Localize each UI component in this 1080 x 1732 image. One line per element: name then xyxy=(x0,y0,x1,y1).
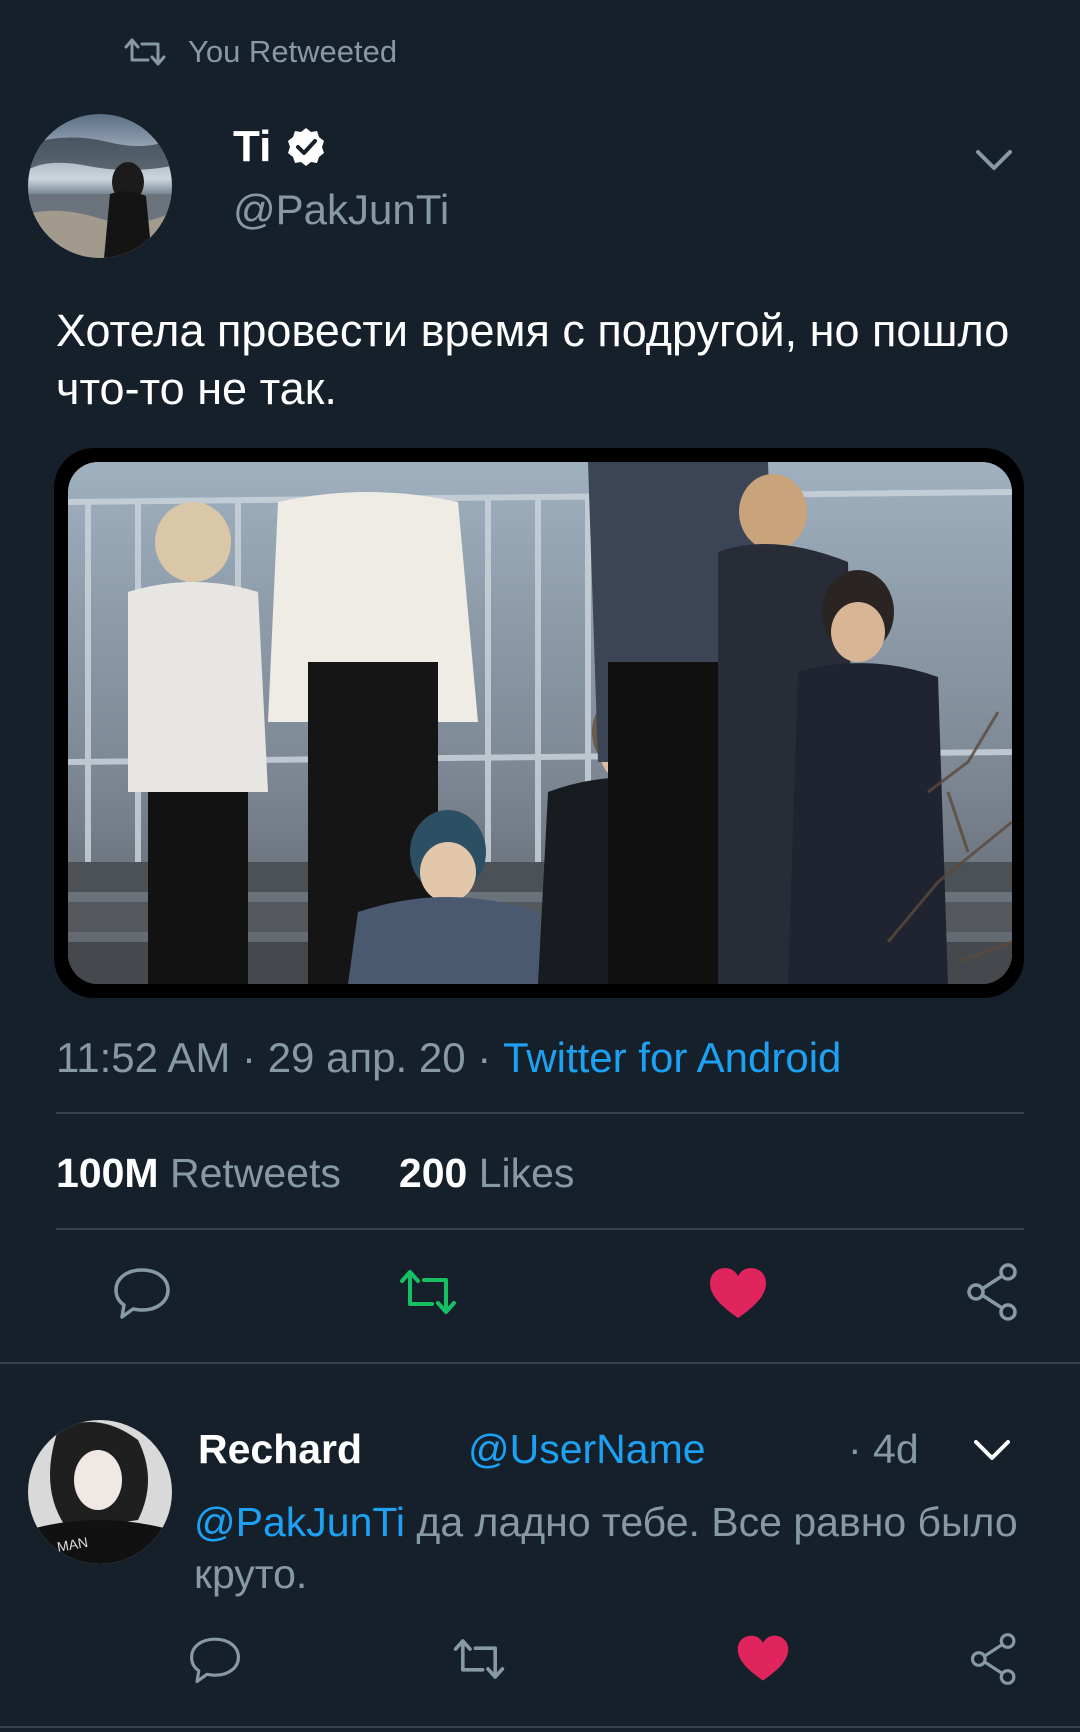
heart-icon[interactable] xyxy=(736,1632,790,1686)
verified-badge-icon xyxy=(288,128,325,166)
reply-mention-link[interactable]: @PakJunTi xyxy=(194,1499,405,1545)
retweet-context: You Retweeted xyxy=(124,32,397,72)
tweet-text: Хотела провести время с подругой, но пош… xyxy=(56,305,1010,414)
reply-author-name[interactable]: Rechard xyxy=(198,1426,362,1473)
likes-count: 200 xyxy=(398,1150,468,1196)
author-handle[interactable]: @PakJunTi xyxy=(233,186,449,234)
likes-stat[interactable]: 200 Likes xyxy=(399,1150,575,1197)
bottom-divider xyxy=(0,1726,1080,1728)
author-avatar[interactable] xyxy=(28,114,172,258)
divider xyxy=(56,1228,1024,1230)
tweet-meta: 11:52 AM · 29 апр. 20 · Twitter for Andr… xyxy=(56,1034,841,1082)
retweet-icon xyxy=(124,38,166,66)
retweets-stat[interactable]: 100M Retweets xyxy=(56,1150,341,1197)
retweet-icon[interactable] xyxy=(398,1262,458,1322)
reply-icon[interactable] xyxy=(112,1262,172,1322)
tweet-source-link[interactable]: Twitter for Android xyxy=(503,1034,841,1081)
reply-icon[interactable] xyxy=(188,1632,242,1686)
tweet-time: 11:52 AM xyxy=(56,1034,231,1081)
retweets-label: Retweets xyxy=(169,1150,341,1196)
reply-text: @PakJunTi да ладно тебе. Все равно было … xyxy=(194,1496,1024,1600)
retweet-icon[interactable] xyxy=(452,1632,506,1686)
reply-author-handle[interactable]: @UserName xyxy=(468,1426,706,1473)
retweet-context-label: You Retweeted xyxy=(188,34,398,69)
divider xyxy=(56,1112,1024,1114)
chevron-down-icon[interactable] xyxy=(970,1432,1014,1468)
reply-author-avatar[interactable]: MAN xyxy=(28,1420,172,1564)
tweet-stats: 100M Retweets 200 Likes xyxy=(56,1150,574,1197)
chevron-down-icon[interactable] xyxy=(972,142,1016,178)
meta-separator: · xyxy=(242,1034,257,1081)
section-divider xyxy=(0,1362,1080,1364)
meta-separator: · xyxy=(477,1034,492,1081)
likes-label: Likes xyxy=(478,1150,575,1196)
share-icon[interactable] xyxy=(968,1632,1022,1686)
share-icon[interactable] xyxy=(964,1262,1024,1322)
reply-time: · 4d xyxy=(848,1426,919,1472)
retweets-count: 100M xyxy=(56,1150,159,1196)
tweet-date: 29 апр. 20 xyxy=(267,1034,466,1081)
author-name-row[interactable]: Ti xyxy=(233,122,327,172)
tweet-photo[interactable] xyxy=(68,462,1012,984)
heart-icon[interactable] xyxy=(708,1264,768,1324)
author-name[interactable]: Ti xyxy=(233,122,271,172)
